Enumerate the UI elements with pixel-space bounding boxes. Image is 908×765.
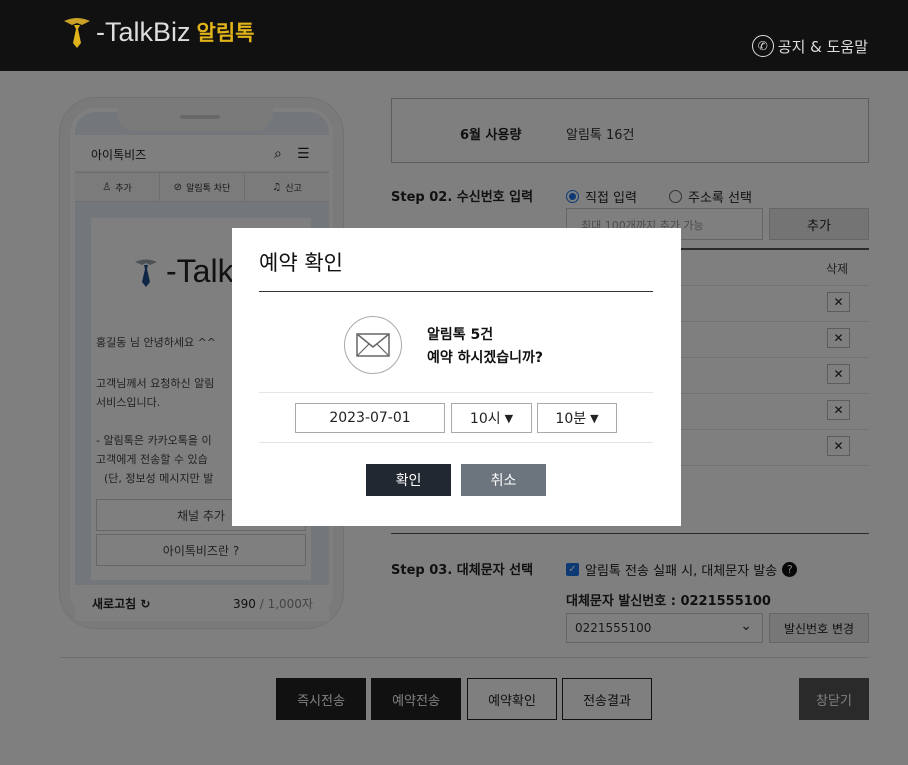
dialog-title: 예약 확인: [259, 251, 343, 275]
reservation-hour-select[interactable]: 10시 ▼: [451, 403, 532, 433]
dialog-divider: [259, 442, 653, 443]
cancel-button[interactable]: 취소: [461, 464, 546, 496]
dialog-divider: [259, 392, 653, 393]
confirm-button[interactable]: 확인: [366, 464, 451, 496]
brand-name-ko: 알림톡: [196, 21, 255, 45]
reservation-minute-select[interactable]: 10분 ▼: [537, 403, 617, 433]
help-link[interactable]: ✆ 공지 & 도움말: [751, 35, 868, 57]
tie-logo-icon: [64, 18, 90, 48]
help-label: 공지 & 도움말: [777, 37, 868, 56]
dialog-message-count: 알림톡 5건: [427, 327, 494, 343]
app-logo[interactable]: -TalkBiz 알림톡: [60, 12, 254, 52]
envelope-icon: [344, 316, 402, 374]
brand-name: -TalkBiz: [96, 16, 191, 47]
phone-icon: ✆: [751, 35, 774, 57]
chevron-down-icon: ▼: [504, 411, 514, 425]
chevron-down-icon: ▼: [590, 411, 599, 425]
reservation-date-input[interactable]: 2023-07-01: [295, 403, 445, 433]
dialog-message-question: 예약 하시겠습니까?: [427, 350, 544, 366]
dialog-title-divider: [259, 291, 653, 292]
